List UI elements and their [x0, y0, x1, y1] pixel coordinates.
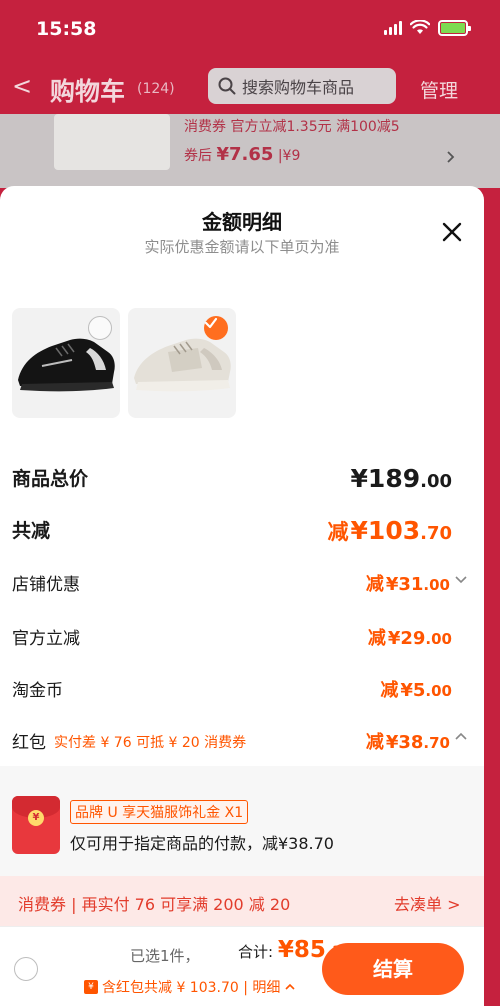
chevron-down-icon[interactable]: [454, 572, 468, 586]
coupon-after-label: 券后: [184, 148, 212, 164]
promo-label: 消费券 | 再实付 76 可享满 200 减 20: [18, 895, 291, 914]
search-placeholder: 搜索购物车商品: [242, 78, 355, 97]
taojinbi-label: 淘金币: [12, 681, 63, 701]
selected-count: 已选1件，: [130, 947, 200, 965]
currency-symbol: ¥: [400, 680, 413, 701]
footer-discount-summary[interactable]: ¥ 含红包共减 ¥ 103.70 | 明细: [84, 977, 296, 997]
discount-prefix: 减: [365, 574, 384, 595]
row-taojinbi: 淘金币 减 ¥5.00: [12, 676, 452, 706]
checkout-button[interactable]: 结算: [322, 943, 464, 995]
manage-button[interactable]: 管理: [420, 76, 458, 103]
row-red-packet[interactable]: 红包 实付差 ¥ 76 可抵 ¥ 20 消费券 减 ¥38.70: [12, 728, 468, 758]
taojinbi-amount: 减 ¥5.00: [380, 676, 452, 702]
total-price-amount: ¥189.00: [351, 464, 452, 493]
wifi-icon: [410, 20, 430, 34]
amount-int: 31: [398, 574, 424, 595]
chevron-up-icon: [285, 983, 295, 990]
status-time: 15:58: [36, 18, 97, 40]
cart-nav-bar: < 购物车 (124) 搜索购物车商品 管理: [0, 62, 500, 114]
total-label: 合计:: [238, 943, 274, 961]
product-thumb-black-sneaker[interactable]: [12, 308, 120, 418]
chevron-right-icon: [447, 151, 455, 163]
battery-icon: [438, 20, 471, 36]
currency-symbol: ¥: [277, 937, 294, 963]
official-discount-label: 官方立减: [12, 629, 80, 649]
currency-symbol: ¥: [385, 732, 399, 753]
selected-products: [12, 308, 236, 418]
row-discount-total: 共减 减¥103.70: [12, 516, 452, 546]
official-discount-amount: 减 ¥29.00: [368, 624, 452, 650]
currency-symbol: ¥: [350, 464, 368, 493]
coupon-extra-price: |¥9: [277, 148, 301, 164]
shop-discount-amount: 减 ¥31.00: [366, 570, 450, 596]
close-icon[interactable]: [438, 218, 466, 246]
cart-item-partial: 消费券 官方立减1.35元 满100减5 券后 ¥7.65 |¥9: [0, 114, 500, 188]
discount-total-label: 共减: [12, 520, 51, 542]
discount-prefix: 减: [380, 680, 399, 701]
row-shop-discount[interactable]: 店铺优惠 减 ¥31.00: [12, 570, 468, 600]
select-radio-black-sneaker[interactable]: [88, 316, 112, 340]
currency-symbol: ¥: [385, 574, 399, 595]
select-radio-white-sneaker[interactable]: [204, 316, 228, 340]
select-all-radio[interactable]: [14, 957, 38, 981]
sheet-title: 金额明细: [202, 210, 282, 234]
amount-int: 29: [400, 628, 426, 649]
amount-int: 38: [398, 732, 424, 753]
status-icons: [384, 20, 471, 36]
page-title: 购物车: [50, 77, 126, 106]
amount-dec: .70: [423, 734, 450, 752]
checkout-footer: 已选1件， 合计: ¥85.30 ¥ 含红包共减 ¥ 103.70 | 明细 结…: [0, 926, 484, 1006]
status-bar: 15:58: [0, 0, 500, 58]
currency-symbol: ¥: [387, 628, 401, 649]
discount-prefix: 减: [365, 732, 384, 753]
cart-count: (124): [137, 81, 175, 97]
discount-total-amount: 减¥103.70: [328, 516, 452, 546]
row-official-discount: 官方立减 减 ¥29.00: [12, 624, 452, 654]
coupon-promo-bar: 消费券 | 再实付 76 可享满 200 减 20 去凑单 >: [0, 876, 484, 926]
red-packet-icon: ¥: [12, 796, 60, 854]
discount-prefix: 减: [367, 628, 386, 649]
add-more-link[interactable]: 去凑单 >: [394, 891, 461, 915]
amount-int: 85: [293, 937, 326, 963]
cart-item-thumbnail: [54, 114, 170, 170]
coupon-after-price: ¥7.65: [216, 144, 274, 165]
amount-int: 189: [367, 464, 421, 493]
amount-dec: .70: [420, 523, 452, 544]
price-detail-sheet: 金额明细 实际优惠金额请以下单页为准 商品总价 ¥189.00 共减 减¥103…: [0, 186, 484, 1006]
red-packet-description: 仅可用于指定商品的付款，减¥38.70: [70, 834, 334, 853]
cart-item-price-line: 券后 ¥7.65 |¥9: [184, 144, 300, 165]
discount-summary-text: 含红包共减 ¥ 103.70 | 明细: [102, 980, 281, 996]
check-icon: [204, 317, 218, 329]
search-icon: [218, 77, 236, 95]
signal-icon: [384, 21, 402, 35]
amount-dec: .00: [425, 682, 452, 700]
search-input[interactable]: 搜索购物车商品: [208, 68, 396, 104]
red-packet-detail: ¥ 品牌 U 享天猫服饰礼金 X1 仅可用于指定商品的付款，减¥38.70: [0, 766, 484, 876]
sheet-subtitle: 实际优惠金额请以下单页为准: [144, 238, 340, 256]
shop-discount-label: 店铺优惠: [12, 575, 80, 595]
discount-prefix: 减: [327, 520, 349, 544]
red-packet-hint: 实付差 ¥ 76 可抵 ¥ 20 消费券: [54, 735, 247, 751]
red-packet-mini-icon: ¥: [84, 980, 98, 994]
product-thumb-white-sneaker[interactable]: [128, 308, 236, 418]
total-price-label: 商品总价: [12, 468, 89, 490]
amount-int: 5: [412, 680, 426, 701]
amount-int: 103: [367, 516, 421, 545]
amount-dec: .00: [420, 471, 452, 492]
currency-symbol: ¥: [350, 516, 368, 545]
row-total-price: 商品总价 ¥189.00: [12, 464, 452, 494]
amount-dec: .00: [423, 576, 450, 594]
chevron-up-icon[interactable]: [454, 730, 468, 744]
cart-item-promo-line: 消费券 官方立减1.35元 满100减5: [184, 119, 400, 135]
red-packet-amount: 减 ¥38.70: [366, 728, 450, 754]
back-arrow-icon[interactable]: <: [12, 72, 32, 100]
red-packet-tag: 品牌 U 享天猫服饰礼金 X1: [70, 800, 249, 824]
amount-dec: .00: [425, 630, 452, 648]
red-packet-label: 红包: [12, 733, 46, 753]
